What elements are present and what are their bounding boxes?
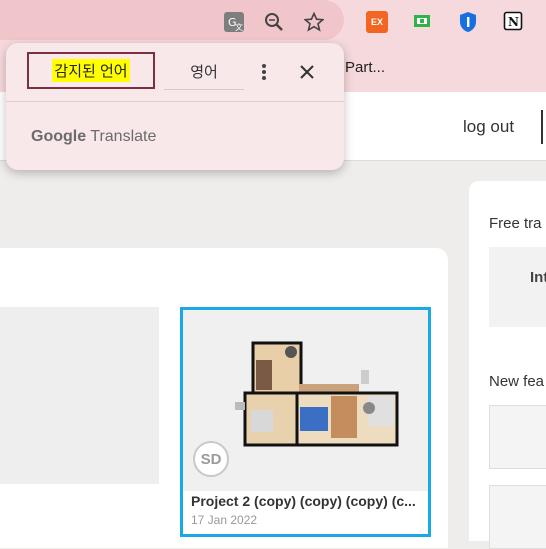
sidebar-box[interactable] bbox=[489, 247, 546, 327]
green-extension-icon[interactable] bbox=[413, 12, 431, 30]
sidebar-section-title: Free tra bbox=[489, 215, 542, 232]
logout-link[interactable]: log out bbox=[463, 117, 514, 137]
bookmark-star-icon[interactable] bbox=[302, 10, 326, 34]
password-manager-icon[interactable] bbox=[457, 10, 479, 34]
svg-text:N: N bbox=[508, 15, 519, 29]
project-date: 17 Jan 2022 bbox=[191, 513, 258, 527]
notion-icon[interactable]: N bbox=[502, 10, 524, 32]
zoom-icon[interactable] bbox=[262, 10, 286, 34]
bookmark-item[interactable]: Part... bbox=[345, 59, 385, 76]
tab-detected-language[interactable]: 감지된 언어 bbox=[27, 52, 155, 89]
more-options-icon[interactable] bbox=[254, 60, 274, 84]
tab-detected-language-label: 감지된 언어 bbox=[52, 59, 130, 82]
popup-divider bbox=[6, 101, 344, 102]
translate-popup: 감지된 언어 영어 Google Translate bbox=[6, 43, 344, 170]
address-bar[interactable] bbox=[0, 0, 344, 40]
svg-text:文: 文 bbox=[235, 22, 243, 32]
translate-icon[interactable]: G文 bbox=[222, 10, 246, 34]
news-thumbnail[interactable] bbox=[489, 405, 546, 469]
project-card[interactable]: SD Project 2 (copy) (copy) (copy) (c... … bbox=[180, 307, 431, 537]
tab-target-language[interactable]: 영어 bbox=[164, 53, 244, 90]
header-divider bbox=[541, 110, 543, 144]
project-thumbnail-left[interactable] bbox=[0, 307, 159, 484]
project-title[interactable]: Project 2 (copy) (copy) (copy) (c... bbox=[191, 493, 423, 509]
floor-plan-thumbnail: SD bbox=[183, 310, 428, 491]
google-translate-logo: Google Translate bbox=[31, 128, 157, 145]
news-thumbnail[interactable] bbox=[489, 485, 546, 549]
avatar: SD bbox=[193, 441, 229, 477]
close-icon[interactable] bbox=[296, 61, 318, 83]
ex-extension-icon[interactable]: EX bbox=[366, 11, 388, 33]
sidebar-news-title: New fea bbox=[489, 373, 545, 390]
sidebar-box-label: Int bbox=[530, 269, 546, 286]
